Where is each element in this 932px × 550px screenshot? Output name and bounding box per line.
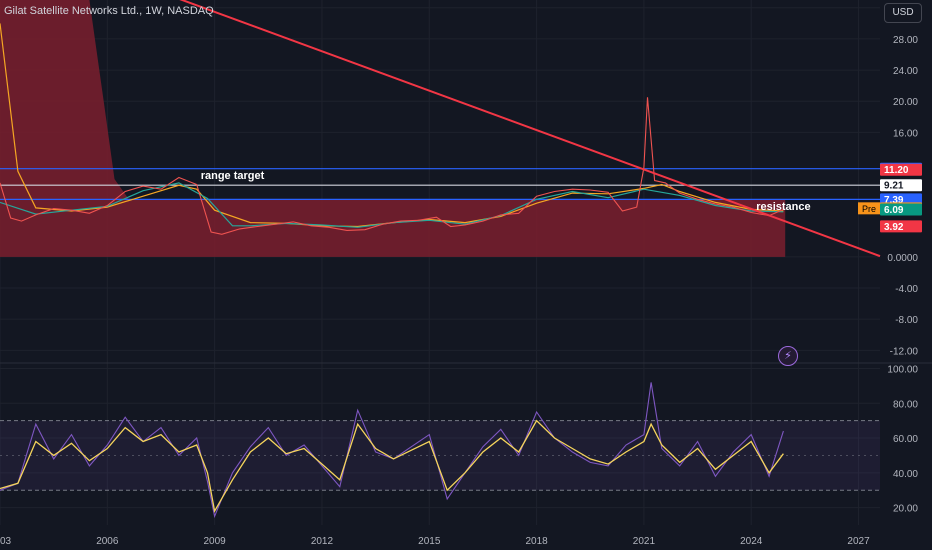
time-tick-label: 2006 (96, 536, 119, 547)
time-tick-label: 2015 (418, 536, 441, 547)
price-tick-label: -12.00 (890, 346, 919, 357)
rsi-tick-label: 40.00 (893, 469, 918, 480)
lightning-icon[interactable]: ⚡ (778, 346, 798, 366)
price-label: 11.20 (884, 165, 909, 176)
price-tick-label: -4.00 (895, 284, 918, 295)
rsi-tick-label: 100.00 (887, 364, 918, 375)
currency-button[interactable]: USD (884, 3, 922, 23)
price-tick-label: 28.00 (893, 35, 918, 46)
time-tick-label: 2003 (0, 536, 12, 547)
price-tick-label: 24.00 (893, 66, 918, 77)
time-tick-label: 2012 (311, 536, 334, 547)
price-label: 3.92 (884, 222, 904, 233)
rsi-tick-label: 20.00 (893, 504, 918, 515)
price-tick-label: -8.00 (895, 315, 918, 326)
price-tick-label: 16.00 (893, 128, 918, 139)
time-tick-label: 2024 (740, 536, 763, 547)
price-label-prefix: Pre (862, 204, 876, 214)
annotation-label: resistance (756, 201, 810, 213)
time-tick-label: 2009 (204, 536, 227, 547)
time-tick-label: 2018 (525, 536, 548, 547)
rsi-tick-label: 80.00 (893, 399, 918, 410)
price-label: 9.21 (884, 181, 904, 192)
price-tick-label: 20.00 (893, 97, 918, 108)
rsi-tick-label: 60.00 (893, 434, 918, 445)
chart-title: Gilat Satellite Networks Ltd., 1W, NASDA… (4, 5, 214, 17)
time-tick-label: 2021 (633, 536, 656, 547)
price-tick-label: 0.0000 (887, 253, 918, 264)
volume-area (0, 199, 786, 257)
annotation-label: range target (201, 170, 265, 182)
price-label: 6.09 (884, 205, 904, 216)
time-tick-label: 2027 (847, 536, 870, 547)
chart-canvas[interactable]: range targetresistance 32.0028.0024.0020… (0, 0, 932, 550)
